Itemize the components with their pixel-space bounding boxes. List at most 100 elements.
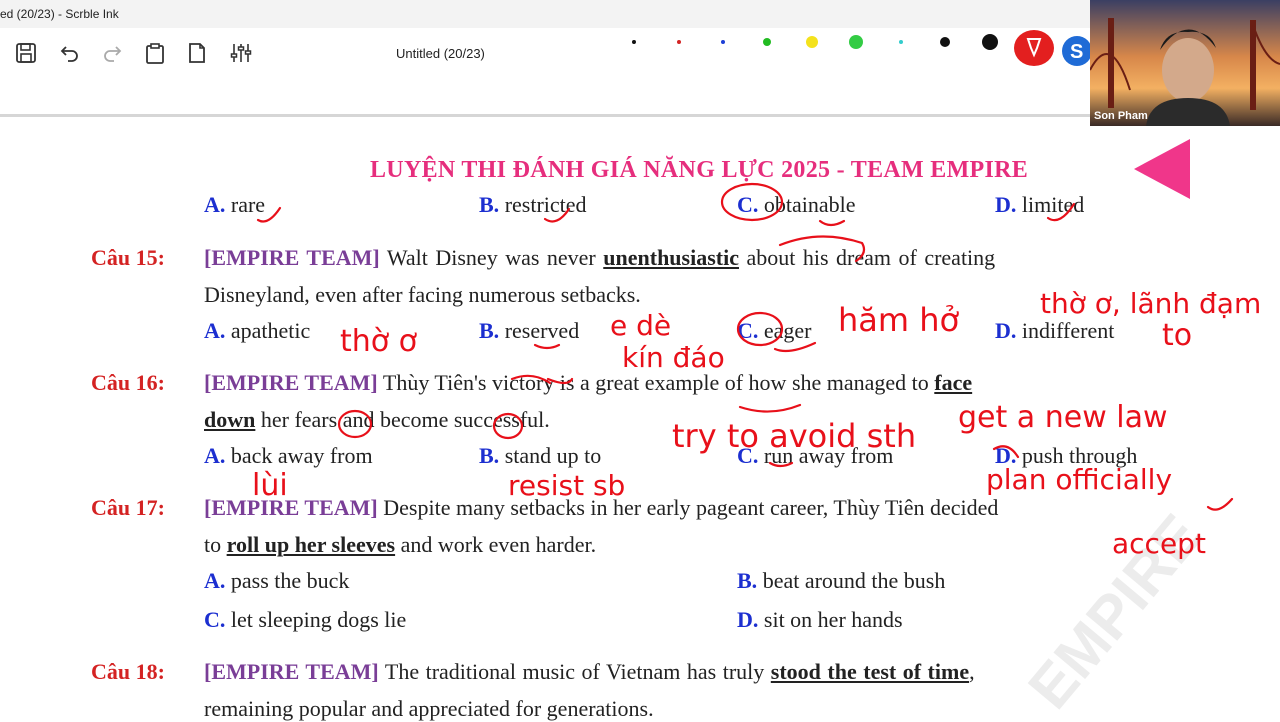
option-text: restricted xyxy=(504,192,587,217)
pen-color-swatch[interactable] xyxy=(806,36,818,48)
option-letter: A. xyxy=(204,318,226,343)
option-a: A. apathetic xyxy=(204,318,310,344)
option-text: reserved xyxy=(504,318,580,343)
svg-text:S: S xyxy=(1070,41,1083,63)
redo-icon[interactable] xyxy=(100,40,126,66)
option-letter: A. xyxy=(204,568,226,593)
option-text: limited xyxy=(1021,192,1085,217)
pen-color-swatch[interactable] xyxy=(763,38,771,46)
option-letter: D. xyxy=(995,443,1017,468)
question-stem: [EMPIRE TEAM] The traditional music of V… xyxy=(204,659,975,685)
document-canvas[interactable]: EMPIRE LUYỆN THI ĐÁNH GIÁ NĂNG LỰC 2025 … xyxy=(0,117,1280,721)
ink-note: thờ ơ xyxy=(340,324,418,359)
option-letter: C. xyxy=(204,607,226,632)
option-c: C. obtainable xyxy=(737,192,856,218)
pen-color-swatch[interactable] xyxy=(982,34,998,50)
option-text: eager xyxy=(763,318,812,343)
stem-text: Thùy Tiên's victory is a great example o… xyxy=(382,370,929,395)
highlighter-pen-icon[interactable] xyxy=(1014,30,1054,66)
option-a: A. back away from xyxy=(204,443,373,469)
ink-note: get a new law xyxy=(958,400,1168,435)
option-text: run away from xyxy=(763,443,894,468)
option-text: let sleeping dogs lie xyxy=(230,607,407,632)
option-letter: A. xyxy=(204,192,226,217)
stem-text: and work even harder. xyxy=(400,532,597,557)
stem-text: Walt Disney was never xyxy=(386,245,596,270)
option-letter: A. xyxy=(204,443,226,468)
page-banner-title: LUYỆN THI ĐÁNH GIÁ NĂNG LỰC 2025 - TEAM … xyxy=(370,157,1029,183)
pen-color-swatch[interactable] xyxy=(677,40,681,44)
question-number: Câu 18: xyxy=(91,659,165,684)
option-d: D. push through xyxy=(995,443,1137,469)
key-phrase: stood the test of time xyxy=(770,659,970,684)
pen-color-swatch[interactable] xyxy=(899,40,903,44)
option-b: B. reserved xyxy=(479,318,579,344)
ink-note: thờ ơ, lãnh đạm xyxy=(1040,287,1261,320)
settings-sliders-icon[interactable] xyxy=(228,40,254,66)
option-text: pass the buck xyxy=(230,568,350,593)
ink-note: e dè xyxy=(610,309,671,342)
new-page-icon[interactable] xyxy=(184,40,210,66)
option-b: B. restricted xyxy=(479,192,587,218)
team-tag: [EMPIRE TEAM] xyxy=(204,495,378,520)
option-c: C. run away from xyxy=(737,443,893,469)
stem-text: to xyxy=(204,532,222,557)
webcam-overlay: Son Pham xyxy=(1090,0,1280,126)
key-phrase: roll up her sleeves xyxy=(226,532,396,557)
option-d: D. limited xyxy=(995,192,1084,218)
option-letter: C. xyxy=(737,443,759,468)
toolbar: Untitled (20/23) S xyxy=(0,28,1092,114)
option-text: back away from xyxy=(230,443,373,468)
pen-color-swatch[interactable] xyxy=(940,37,950,47)
pen-color-swatch[interactable] xyxy=(721,40,725,44)
question-stem: [EMPIRE TEAM] Thùy Tiên's victory is a g… xyxy=(204,370,972,396)
paste-icon[interactable] xyxy=(142,40,168,66)
stem-text: about his dream of creating xyxy=(746,245,996,270)
key-phrase: unenthusiastic xyxy=(603,245,739,270)
option-text: rare xyxy=(230,192,266,217)
banner-triangle-icon xyxy=(1134,139,1190,199)
option-letter: D. xyxy=(737,607,759,632)
stem-text: The traditional music of Vietnam has tru… xyxy=(384,659,765,684)
option-letter: B. xyxy=(737,568,758,593)
question-number: Câu 16: xyxy=(91,370,165,395)
webcam-video-icon xyxy=(1090,0,1280,126)
stem-text: her fears and become successful. xyxy=(260,407,550,432)
question-number: Câu 15: xyxy=(91,245,165,270)
team-tag: [EMPIRE TEAM] xyxy=(204,245,380,270)
option-a: A. pass the buck xyxy=(204,568,349,594)
undo-icon[interactable] xyxy=(56,40,82,66)
option-letter: B. xyxy=(479,443,500,468)
option-letter: B. xyxy=(479,318,500,343)
pen-color-swatch[interactable] xyxy=(632,40,636,44)
app-logo-icon[interactable]: S xyxy=(1062,36,1092,66)
window-title: ed (20/23) - Scrble Ink xyxy=(0,7,119,21)
question-stem: [EMPIRE TEAM] Walt Disney was never unen… xyxy=(204,245,995,271)
option-c: C. eager xyxy=(737,318,812,344)
option-b: B. beat around the bush xyxy=(737,568,945,594)
option-letter: D. xyxy=(995,318,1017,343)
option-text: apathetic xyxy=(230,318,311,343)
key-phrase: face xyxy=(934,370,973,395)
question-stem-line2: to roll up her sleeves and work even har… xyxy=(204,532,596,558)
window-title-bar: ed (20/23) - Scrble Ink xyxy=(0,0,1090,28)
document-title: Untitled (20/23) xyxy=(396,46,485,61)
option-text: indifferent xyxy=(1021,318,1115,343)
option-text: obtainable xyxy=(763,192,856,217)
option-text: push through xyxy=(1021,443,1138,468)
option-letter: D. xyxy=(995,192,1017,217)
pen-color-swatch[interactable] xyxy=(849,35,863,49)
save-icon[interactable] xyxy=(13,40,39,66)
option-text: stand up to xyxy=(504,443,602,468)
option-d: D. sit on her hands xyxy=(737,607,903,633)
option-a: A. rare xyxy=(204,192,265,218)
option-letter: C. xyxy=(737,318,759,343)
option-b: B. stand up to xyxy=(479,443,601,469)
option-letter: B. xyxy=(479,192,500,217)
question-stem-line2: down her fears and become successful. xyxy=(204,407,550,433)
ink-note: hăm hở xyxy=(838,301,960,339)
option-c: C. let sleeping dogs lie xyxy=(204,607,406,633)
ink-note: to xyxy=(1162,318,1192,353)
question-stem-line2: remaining popular and appreciated for ge… xyxy=(204,696,654,721)
question-number: Câu 17: xyxy=(91,495,165,520)
